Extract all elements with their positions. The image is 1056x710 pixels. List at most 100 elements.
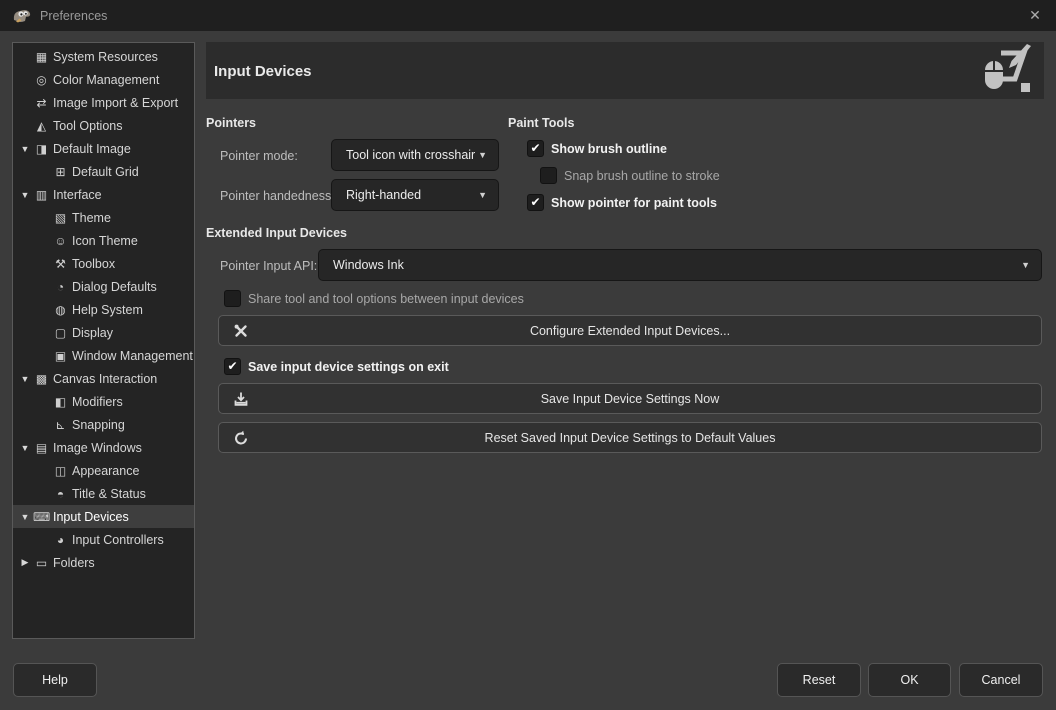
sidebar-item-image-import-export[interactable]: ⇄Image Import & Export [13,91,194,114]
sidebar-item-label: Appearance [72,464,139,478]
sidebar-item-folders[interactable]: ▶▭Folders [13,551,194,574]
reset-saved-settings-button[interactable]: Reset Saved Input Device Settings to Def… [218,422,1042,453]
gimp-wilber-app-icon [12,8,32,24]
preferences-dialog: Preferences ✕ ▦System Resources◎Color Ma… [0,0,1056,710]
sidebar-item-label: Input Devices [53,510,129,524]
checkbox-box[interactable]: ✔ [527,140,544,157]
tool-options-icon: ◭ [33,120,50,132]
checkbox-save-settings-on-exit[interactable]: ✔ Save input device settings on exit [224,358,449,375]
configure-extended-input-devices-button[interactable]: Configure Extended Input Devices... [218,315,1042,346]
sidebar-item-system-resources[interactable]: ▦System Resources [13,45,194,68]
reset-button[interactable]: Reset [777,663,861,697]
sidebar-item-label: Default Image [53,142,131,156]
sidebar-item-default-grid[interactable]: ⊞Default Grid [13,160,194,183]
sidebar-item-label: Title & Status [72,487,146,501]
sidebar-item-label: Dialog Defaults [72,280,157,294]
chevron-down-icon: ▼ [478,190,498,200]
pointer-mode-dropdown[interactable]: Tool icon with crosshair ▼ [331,139,499,171]
sidebar-item-label: Interface [53,188,102,202]
sidebar-item-label: Color Management [53,73,159,87]
ok-button[interactable]: OK [868,663,951,697]
sidebar-item-window-management[interactable]: ▣Window Management [13,344,194,367]
expander-right-icon[interactable]: ▶ [17,557,33,568]
sidebar-item-image-windows[interactable]: ▼▤Image Windows [13,436,194,459]
sidebar-item-label: Default Grid [72,165,139,179]
image-import-export-icon: ⇄ [33,97,50,109]
pointer-input-api-dropdown[interactable]: Windows Ink ▼ [318,249,1042,281]
sidebar-item-label: Help System [72,303,143,317]
extended-input-devices-section-title: Extended Input Devices [206,226,347,240]
window-title: Preferences [40,9,107,23]
checkbox-label: Show brush outline [551,142,667,156]
default-image-icon: ◨ [33,143,50,155]
sidebar-item-appearance[interactable]: ◫Appearance [13,459,194,482]
sidebar-item-tool-options[interactable]: ◭Tool Options [13,114,194,137]
sidebar-item-label: Icon Theme [72,234,138,248]
paint-tools-section-title: Paint Tools [508,116,574,130]
sidebar-item-icon-theme[interactable]: ☺Icon Theme [13,229,194,252]
appearance-icon: ◫ [52,465,69,477]
close-icon[interactable]: ✕ [1020,0,1050,31]
input-controllers-icon: ◕ [52,534,69,546]
canvas-interaction-icon: ▩ [33,373,50,385]
sidebar-item-dialog-defaults[interactable]: ◔Dialog Defaults [13,275,194,298]
sidebar-item-label: Tool Options [53,119,122,133]
pointers-section-title: Pointers [206,116,256,130]
checkbox-box[interactable]: ✔ [527,194,544,211]
sidebar-item-display[interactable]: ▢Display [13,321,194,344]
input-devices-icon [976,44,1034,97]
input-devices-icon: ⌨ [33,511,50,523]
sidebar-item-modifiers[interactable]: ◧Modifiers [13,390,194,413]
expander-down-icon[interactable]: ▼ [17,374,33,384]
pointer-handedness-value: Right-handed [332,188,421,202]
expander-down-icon[interactable]: ▼ [17,190,33,200]
sidebar-item-color-management[interactable]: ◎Color Management [13,68,194,91]
sidebar-item-label: Toolbox [72,257,115,271]
expander-down-icon[interactable]: ▼ [17,443,33,453]
sidebar-item-default-image[interactable]: ▼◨Default Image [13,137,194,160]
sidebar-item-canvas-interaction[interactable]: ▼▩Canvas Interaction [13,367,194,390]
chevron-down-icon: ▼ [478,150,498,160]
checkbox-show-pointer-paint-tools[interactable]: ✔ Show pointer for paint tools [527,194,717,211]
pointer-handedness-label: Pointer handedness: [220,189,335,203]
checkbox-show-brush-outline[interactable]: ✔ Show brush outline [527,140,667,157]
sidebar-item-help-system[interactable]: ◍Help System [13,298,194,321]
button-label: Configure Extended Input Devices... [530,324,730,338]
sidebar-item-input-devices[interactable]: ▼⌨Input Devices [13,505,194,528]
cancel-button[interactable]: Cancel [959,663,1043,697]
checkbox-box[interactable]: ✔ [540,167,557,184]
icon-theme-icon: ☺ [52,235,69,247]
chevron-down-icon: ▼ [1021,260,1041,270]
checkbox-box[interactable]: ✔ [224,290,241,307]
sidebar-item-label: Canvas Interaction [53,372,157,386]
sidebar-item-snapping[interactable]: ⊾Snapping [13,413,194,436]
help-button[interactable]: Help [13,663,97,697]
sidebar-item-input-controllers[interactable]: ◕Input Controllers [13,528,194,551]
sidebar-item-label: Modifiers [72,395,123,409]
checkmark-icon: ✔ [530,142,540,154]
page-title: Input Devices [214,63,312,80]
theme-icon: ▧ [52,212,69,224]
checkbox-label: Show pointer for paint tools [551,196,717,210]
save-input-device-settings-button[interactable]: Save Input Device Settings Now [218,383,1042,414]
expander-down-icon[interactable]: ▼ [17,144,33,154]
crossed-tools-icon [233,323,249,339]
checkbox-box[interactable]: ✔ [224,358,241,375]
checkbox-share-tool-options[interactable]: ✔ Share tool and tool options between in… [224,290,524,307]
button-label: Reset [803,673,836,687]
checkbox-snap-brush-outline[interactable]: ✔ Snap brush outline to stroke [540,167,720,184]
checkbox-label: Save input device settings on exit [248,360,449,374]
button-label: Save Input Device Settings Now [541,392,720,406]
sidebar-item-label: Input Controllers [72,533,164,547]
sidebar-item-label: Image Import & Export [53,96,178,110]
modifiers-icon: ◧ [52,396,69,408]
sidebar-item-title-status[interactable]: ◓Title & Status [13,482,194,505]
sidebar-item-label: Theme [72,211,111,225]
sidebar-item-theme[interactable]: ▧Theme [13,206,194,229]
sidebar-item-interface[interactable]: ▼▥Interface [13,183,194,206]
sidebar-item-label: System Resources [53,50,158,64]
sidebar-item-toolbox[interactable]: ⚒Toolbox [13,252,194,275]
expander-down-icon[interactable]: ▼ [17,512,33,522]
sidebar-item-label: Folders [53,556,95,570]
pointer-handedness-dropdown[interactable]: Right-handed ▼ [331,179,499,211]
